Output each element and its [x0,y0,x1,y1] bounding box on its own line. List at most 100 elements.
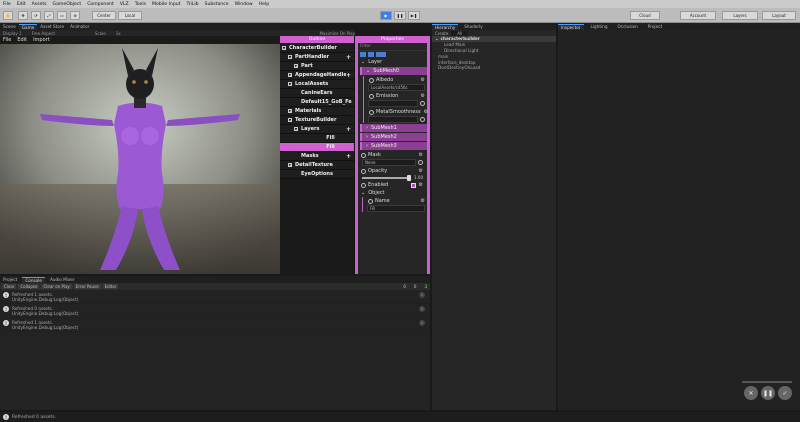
tab-game[interactable]: Game [18,23,38,30]
toggle-c[interactable] [376,52,386,57]
add-icon[interactable]: + [346,72,351,79]
gear-icon[interactable]: ⚙ [421,77,425,83]
menu-item[interactable]: Mobile Input [152,2,180,7]
outline-item[interactable]: − LocalAssets [280,80,354,89]
layout-dropdown[interactable]: Layout [762,11,796,20]
toggle-b[interactable] [368,52,374,57]
menu-item[interactable]: TriLib [186,2,198,7]
opacity-slider[interactable] [362,174,411,181]
object-header[interactable]: ⌄ Object [358,189,427,197]
error-count[interactable]: 3 [421,284,430,289]
builder-menu-import[interactable]: Import [33,37,50,43]
tab-hierarchy[interactable]: Hierarchy [432,23,459,30]
enabled-checkbox[interactable] [410,182,416,188]
collapse-icon[interactable]: − [288,118,292,123]
builder-menu-file[interactable]: File [3,37,11,43]
tab-shaderly[interactable]: Shaderly [461,24,485,30]
filter-input[interactable]: Filter [358,43,427,51]
transform-tool-button[interactable]: ⊕ [70,11,80,20]
builder-menu-edit[interactable]: Edit [17,37,27,43]
pivot-center-button[interactable]: Center [92,11,116,20]
rect-tool-button[interactable]: ▭ [57,11,67,20]
submesh3-header[interactable]: › SubMesh3 [360,142,427,150]
menu-item[interactable]: Help [259,2,269,7]
tab-console[interactable]: Console [22,276,45,283]
check-icon[interactable]: ✓ [778,386,792,400]
rotate-tool-button[interactable]: ⟳ [31,11,41,20]
toggle-a[interactable] [360,52,366,57]
outline-item[interactable]: + DetailTexture [280,161,354,170]
outline-item[interactable]: − PartHandler + [280,53,354,62]
warn-count[interactable]: 0 [411,284,420,289]
menu-item[interactable]: Tools [135,2,146,7]
outline-item[interactable]: Fill [280,143,354,152]
hand-tool-button[interactable]: ✋ [3,11,13,20]
menu-item[interactable]: Substance [205,2,229,7]
step-button[interactable]: ▶❚ [408,11,420,20]
hierarchy-row[interactable]: DontDestroyOnLoad [432,65,556,71]
pause-button[interactable]: ❚❚ [394,11,406,20]
tab-properties[interactable]: Properties [358,36,427,43]
gear-icon[interactable]: ⚙ [419,168,423,174]
expand-icon[interactable]: + [288,109,292,114]
tab-project[interactable]: Project [0,277,20,283]
console-message[interactable]: ! Refreshed 0 assets. UnityEngine.Debug:Lo… [0,304,430,318]
account-dropdown[interactable]: Account [680,11,716,20]
console-clear-on-play-button[interactable]: Clear on Play [41,284,72,289]
gear-icon[interactable]: ⚙ [421,198,425,204]
game-viewport[interactable]: File Edit Import [0,36,280,274]
outline-item[interactable]: + Part [280,62,354,71]
gear-icon[interactable]: ⚙ [421,93,425,99]
picker-icon[interactable] [420,117,425,122]
submesh1-header[interactable]: › SubMesh1 [360,124,427,132]
tab-scene[interactable]: Scene [0,24,19,30]
stop-icon[interactable]: ✕ [744,386,758,400]
tab-outline[interactable]: Outline [280,36,354,43]
move-tool-button[interactable]: ✥ [18,11,28,20]
outline-item[interactable]: EyeOptions [280,170,354,179]
console-error-pause-button[interactable]: Error Pause [73,284,101,289]
menu-item[interactable]: Component [87,2,114,7]
outline-item[interactable]: − TextureBuilder [280,116,354,125]
tab-audio-mixer[interactable]: Audio Mixer [47,277,78,283]
pivot-local-button[interactable]: Local [118,11,142,20]
outline-item[interactable]: Default15_GoB_Fe [280,98,354,107]
console-clear-button[interactable]: Clear [2,284,17,289]
console-message[interactable]: ! Refreshed 1 assets. UnityEngine.Debug:Lo… [0,318,430,332]
expand-icon[interactable]: + [288,163,292,168]
console-message[interactable]: ! Refreshed 1 assets. UnityEngine.Debug:Lo… [0,290,430,304]
tab-project[interactable]: Project [645,24,665,30]
collapse-icon[interactable]: − [294,127,298,132]
gear-icon[interactable]: ⚙ [419,182,423,188]
outline-item[interactable]: − CharacterBuilder [280,44,354,53]
timeline-slider[interactable] [742,381,792,383]
tab-inspector[interactable]: Inspector [558,23,584,30]
menu-item[interactable]: Assets [32,2,47,7]
layers-dropdown[interactable]: Layers [722,11,758,20]
cloud-button[interactable]: Cloud [630,11,660,20]
menu-item[interactable]: Window [235,2,253,7]
play-button[interactable]: ▶ [380,11,392,20]
console-editor-button[interactable]: Editor [102,284,119,289]
add-icon[interactable]: + [346,126,351,133]
display-dropdown[interactable]: Display 1 [3,31,22,36]
outline-item[interactable]: Masks + [280,152,354,161]
outline-item[interactable]: − Layers + [280,125,354,134]
outline-item[interactable]: Fill [280,134,354,143]
aspect-dropdown[interactable]: Free Aspect [32,31,55,36]
submesh0-header[interactable]: ⌄ SubMesh0 [360,67,427,75]
menu-item[interactable]: VLZ [120,2,129,7]
scale-tool-button[interactable]: ⤢ [44,11,54,20]
opacity-value[interactable]: 1.00 [413,175,423,180]
expand-icon[interactable]: + [288,73,292,78]
mask-field[interactable]: None [362,159,416,166]
console-collapse-button[interactable]: Collapse [18,284,40,289]
metal-field[interactable] [368,116,418,123]
collapse-icon[interactable]: − [282,46,286,51]
hierarchy-search[interactable]: All [451,30,469,36]
tab-animator[interactable]: Animator [67,24,92,30]
albedo-field[interactable]: LocalAssets/cd56c [368,84,425,91]
picker-icon[interactable] [418,160,423,165]
outline-item[interactable]: + Materials [280,107,354,116]
tab-lighting[interactable]: Lighting [588,24,611,30]
